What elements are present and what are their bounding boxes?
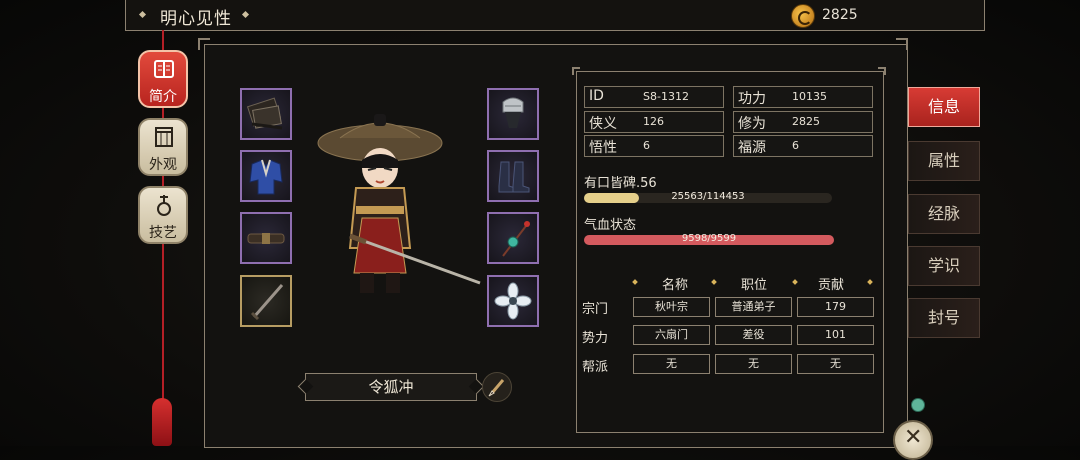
stat-id: ID S8-1312 <box>584 86 724 108</box>
table-cell: 无 <box>633 354 710 374</box>
stat-value: 10135 <box>792 90 827 103</box>
tab-intro[interactable]: 简介 <box>138 50 188 108</box>
coin-icon <box>791 4 815 28</box>
tab-meridians[interactable]: 经脉 <box>908 194 980 234</box>
character-figure <box>317 114 481 293</box>
page-title: 明心见性 <box>160 9 232 29</box>
tab-label: 简介 <box>149 89 177 105</box>
sword-icon <box>250 284 284 321</box>
tab-skills[interactable]: 技艺 <box>138 186 188 244</box>
character-name-plate: 令狐冲 <box>305 373 477 401</box>
diamond-ornament <box>241 10 250 19</box>
table-cell: 差役 <box>715 325 792 345</box>
belt-icon <box>247 233 285 244</box>
tab-label: 技艺 <box>149 225 177 241</box>
stat-value: 126 <box>643 115 664 128</box>
equip-slot-robe[interactable] <box>240 150 292 202</box>
table-cell: 普通弟子 <box>715 297 792 317</box>
col-header-position: 职位 <box>740 278 767 293</box>
corner-ornament <box>896 38 908 50</box>
stat-fuyuan: 福源 6 <box>733 135 873 157</box>
close-button[interactable]: ✕ <box>893 420 933 460</box>
stat-value: 6 <box>792 139 799 152</box>
tab-info[interactable]: 信息 <box>908 87 980 127</box>
equip-slot-book[interactable] <box>240 88 292 140</box>
row-label-faction: 势力 <box>582 331 609 346</box>
equip-slot-belt[interactable] <box>240 212 292 264</box>
row-label-guild: 帮派 <box>582 360 609 375</box>
reputation-label: 有口皆碑.56 <box>584 176 657 191</box>
row-label-sect: 宗门 <box>582 302 609 317</box>
corner-ornament <box>198 38 210 50</box>
stat-label: 侠义 <box>589 116 617 132</box>
jade-ornament <box>911 398 925 412</box>
book-icon <box>154 60 174 78</box>
corner-ornament <box>572 67 580 75</box>
tab-knowledge[interactable]: 学识 <box>908 246 980 286</box>
stat-label: 福源 <box>738 140 766 156</box>
close-icon: ✕ <box>904 425 923 450</box>
table-cell: 秋叶宗 <box>633 297 710 317</box>
corner-ornament <box>878 67 886 75</box>
boots-icon <box>498 161 530 193</box>
table-cell: 179 <box>797 297 874 317</box>
scroll-icon <box>246 97 283 130</box>
rename-button[interactable] <box>482 372 512 402</box>
top-bar: 明心见性 2825 <box>125 0 985 31</box>
reputation-bar: 25563/114453 <box>584 191 832 203</box>
tassel-ornament <box>152 398 172 446</box>
health-label: 气血状态 <box>584 218 637 233</box>
helmet-icon <box>502 97 524 128</box>
brush-icon <box>488 379 505 397</box>
stat-label: 修为 <box>738 116 766 132</box>
equip-slot-hat[interactable] <box>487 88 539 140</box>
equip-slot-charm[interactable] <box>487 275 539 327</box>
table-cell: 六扇门 <box>633 325 710 345</box>
stat-xiayi: 侠义 126 <box>584 111 724 133</box>
stat-xiuwei: 修为 2825 <box>733 111 873 133</box>
tab-label: 外观 <box>149 157 177 173</box>
table-cell: 无 <box>797 354 874 374</box>
pipa-icon <box>157 195 171 216</box>
stat-label: 悟性 <box>589 140 617 156</box>
tab-appearance[interactable]: 外观 <box>138 118 188 176</box>
diamond-ornament <box>138 10 147 19</box>
stat-label: ID <box>589 88 604 104</box>
tab-attributes[interactable]: 属性 <box>908 141 980 181</box>
robe-icon <box>249 159 283 195</box>
health-bar: 9598/9599 <box>584 233 834 245</box>
stat-gongli: 功力 10135 <box>733 86 873 108</box>
jade-pendant-icon <box>502 221 530 257</box>
currency-value: 2825 <box>822 7 858 23</box>
col-header-name: 名称 <box>661 278 688 293</box>
stat-wuxing: 悟性 6 <box>584 135 724 157</box>
equip-slot-accessory[interactable] <box>487 212 539 264</box>
equip-slot-boots[interactable] <box>487 150 539 202</box>
reputation-text: 25563/114453 <box>671 191 745 202</box>
character-name: 令狐冲 <box>368 378 414 396</box>
col-header-contribution: 贡献 <box>817 278 844 293</box>
tab-titles[interactable]: 封号 <box>908 298 980 338</box>
stat-value: 2825 <box>792 115 820 128</box>
health-text: 9598/9599 <box>681 233 737 244</box>
stat-label: 功力 <box>738 91 766 107</box>
portrait-icon <box>155 127 173 147</box>
table-cell: 无 <box>715 354 792 374</box>
table-cell: 101 <box>797 325 874 345</box>
flower-icon <box>494 282 532 320</box>
stat-value: 6 <box>643 139 650 152</box>
stat-value: S8-1312 <box>643 90 689 103</box>
equip-slot-weapon[interactable] <box>240 275 292 327</box>
